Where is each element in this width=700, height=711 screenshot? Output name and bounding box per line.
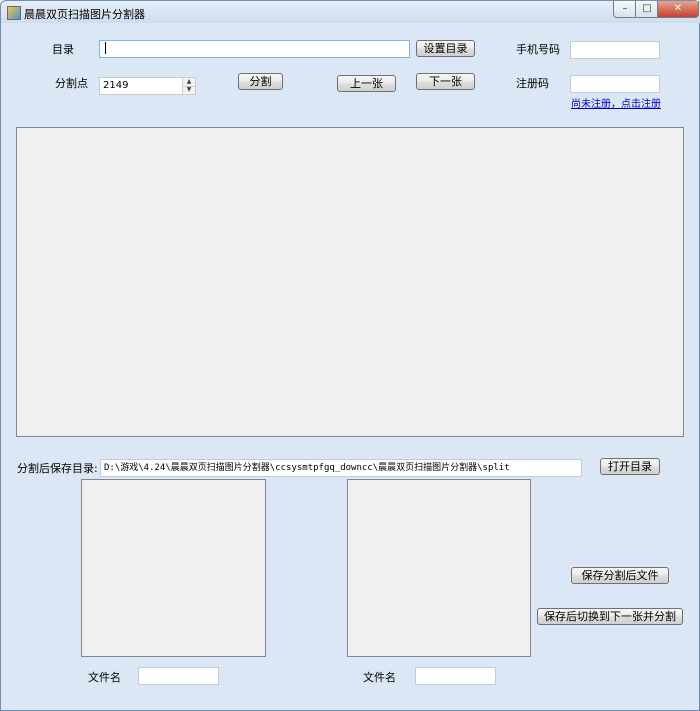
phone-input[interactable] [570,41,660,59]
window-title: 晨晨双页扫描图片分割器 [24,8,145,21]
app-logo-icon [7,6,21,20]
close-button[interactable]: ✕ [657,1,699,18]
next-button[interactable]: 下一张 [416,73,475,90]
image-preview-panel[interactable] [16,127,684,437]
split-point-stepper[interactable]: 2149 ▲ ▼ [99,77,196,95]
save-dir-input[interactable]: D:\游戏\4.24\晨晨双页扫描图片分割器\ccsysmtpfgq_downc… [100,459,582,477]
title-bar[interactable]: 晨晨双页扫描图片分割器 – □ ✕ [1,1,700,23]
open-dir-button[interactable]: 打开目录 [600,458,660,475]
text-caret [105,42,106,54]
set-dir-button[interactable]: 设置目录 [416,40,475,57]
stepper-buttons: ▲ ▼ [182,78,195,94]
phone-label: 手机号码 [516,43,560,56]
reg-code-label: 注册码 [516,77,549,90]
save-dir-label: 分割后保存目录: [17,462,98,475]
minimize-button[interactable]: – [613,1,637,18]
left-half-preview[interactable] [81,479,266,657]
left-filename-input[interactable] [138,667,219,685]
save-and-next-button[interactable]: 保存后切换到下一张并分割 [537,608,683,625]
right-half-preview[interactable] [347,479,531,657]
right-filename-label: 文件名 [363,671,396,684]
prev-button[interactable]: 上一张 [337,75,396,92]
save-split-button[interactable]: 保存分割后文件 [571,567,669,584]
dir-label: 目录 [52,43,74,56]
dir-input[interactable] [99,40,410,58]
register-link[interactable]: 尚未注册，点击注册 [571,95,661,110]
split-point-label: 分割点 [55,77,88,90]
maximize-button[interactable]: □ [635,1,659,18]
chevron-down-icon[interactable]: ▼ [183,86,195,94]
right-filename-input[interactable] [415,667,496,685]
split-button[interactable]: 分割 [238,73,283,90]
split-point-value[interactable]: 2149 [103,79,128,93]
left-filename-label: 文件名 [88,671,121,684]
reg-code-input[interactable] [570,75,660,93]
